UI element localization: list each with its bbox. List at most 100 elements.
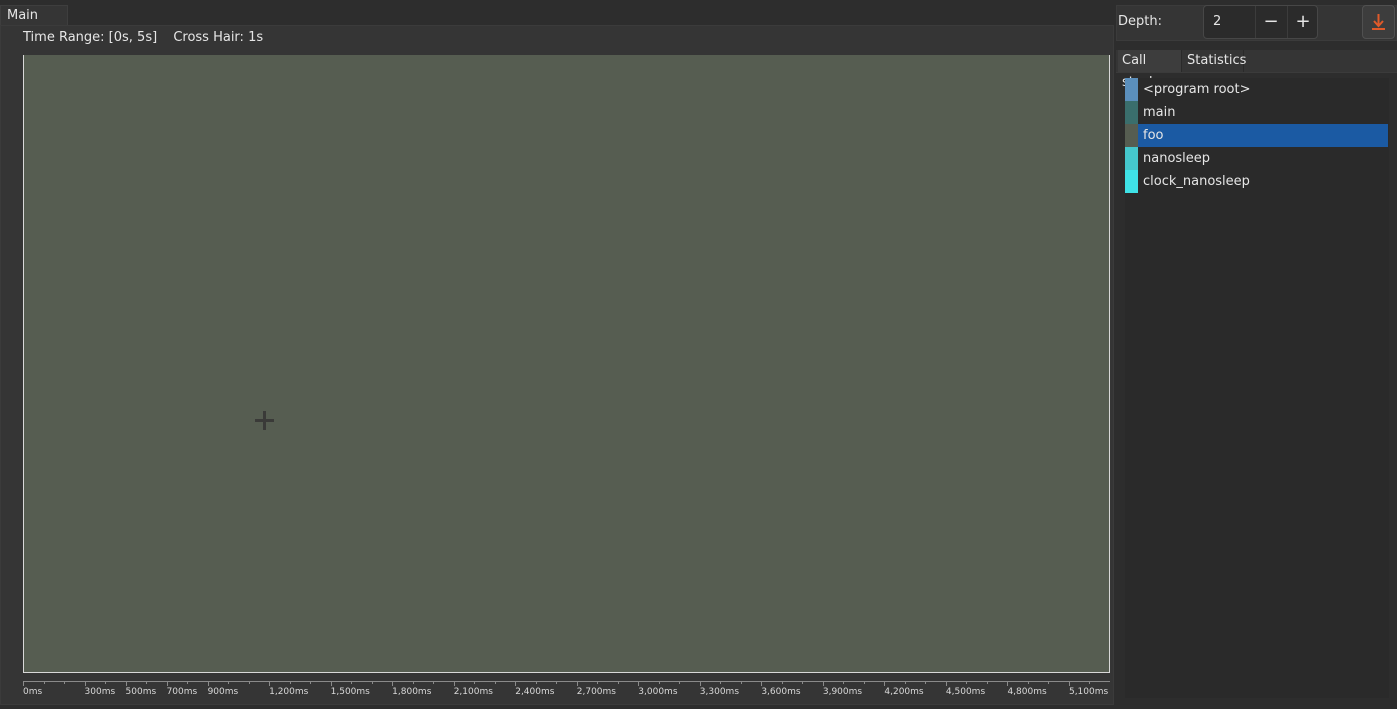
axis-tick	[761, 681, 763, 686]
axis-tick-label: 0ms	[23, 687, 43, 697]
axis-tick	[166, 681, 168, 686]
axis-tick-label: 500ms	[125, 687, 157, 697]
axis-tick-label: 2,100ms	[453, 687, 493, 697]
axis-minor-tick	[986, 681, 988, 684]
call-stack-item[interactable]: clock_nanosleep	[1125, 170, 1388, 193]
axis-minor-tick	[617, 681, 619, 684]
axis-minor-tick	[433, 681, 435, 684]
axis-tick-label: 4,200ms	[884, 687, 924, 697]
axis-line	[23, 681, 1110, 682]
axis-minor-tick	[597, 681, 599, 684]
axis-minor-tick	[494, 681, 496, 684]
frame-color-swatch	[1125, 170, 1138, 193]
tab-statistics[interactable]: Statistics	[1183, 50, 1246, 72]
axis-minor-tick	[228, 681, 230, 684]
selection-highlight	[1138, 124, 1388, 147]
axis-minor-tick	[1027, 681, 1029, 684]
tab-call-stack[interactable]: Call stack	[1118, 50, 1182, 90]
axis-tick-label: 5,100ms	[1068, 687, 1109, 697]
axis-minor-tick	[863, 681, 865, 684]
axis-minor-tick	[351, 681, 353, 684]
axis-tick	[1007, 681, 1009, 686]
axis-tick-label: 1,800ms	[392, 687, 432, 697]
axis-tick-label: 1,500ms	[330, 687, 370, 697]
axis-tick	[576, 681, 578, 686]
axis-tick	[269, 681, 271, 686]
axis-minor-tick	[720, 681, 722, 684]
axis-minor-tick	[1048, 681, 1050, 684]
axis-minor-tick	[679, 681, 681, 684]
tab-main-view[interactable]: Main view	[0, 5, 68, 43]
axis-minor-tick	[248, 681, 250, 684]
cross-hair-label: Cross Hair: 1s	[173, 30, 264, 45]
axis-tick-label: 700ms	[166, 687, 198, 697]
axis-tick	[330, 681, 332, 686]
axis-minor-tick	[64, 681, 66, 684]
axis-minor-tick	[187, 681, 189, 684]
axis-tick-label: 3,000ms	[638, 687, 678, 697]
axis-minor-tick	[740, 681, 742, 684]
call-stack-item[interactable]: main	[1125, 101, 1388, 124]
axis-tick-label: 300ms	[84, 687, 116, 697]
axis-tick-label: 4,800ms	[1007, 687, 1047, 697]
time-range-label: Time Range: [0s, 5s]	[23, 30, 158, 45]
axis-tick-label: 2,400ms	[515, 687, 555, 697]
bottom-strip	[0, 705, 1397, 709]
flame-graph-canvas[interactable]	[23, 55, 1110, 673]
time-axis: 0ms 300ms 500ms 700ms 900ms 1,200ms 1,500ms 1,8…	[23, 681, 1110, 701]
frame-color-swatch	[1125, 124, 1138, 147]
axis-tick	[515, 681, 517, 686]
axis-tick	[699, 681, 701, 686]
axis-tick	[884, 681, 886, 686]
axis-tick	[392, 681, 394, 686]
call-stack-item-label: main	[1143, 105, 1176, 120]
axis-minor-tick	[658, 681, 660, 684]
depth-value[interactable]: 2	[1213, 13, 1221, 31]
frame-color-swatch	[1125, 78, 1138, 101]
call-stack-item-label: <program root>	[1143, 82, 1251, 97]
axis-tick-label: 4,500ms	[945, 687, 986, 697]
call-stack-item[interactable]: nanosleep	[1125, 147, 1388, 170]
axis-tick	[453, 681, 455, 686]
axis-minor-tick	[925, 681, 927, 684]
axis-tick	[945, 681, 947, 686]
info-bar: Time Range: [0s, 5s] Cross Hair: 1s	[23, 30, 275, 46]
depth-decrement-button[interactable]: −	[1255, 6, 1286, 38]
call-stack-item-label: foo	[1143, 128, 1164, 143]
axis-minor-tick	[535, 681, 537, 684]
axis-tick-label: 3,900ms	[822, 687, 863, 697]
axis-minor-tick	[802, 681, 804, 684]
call-stack-item[interactable]: <program root>	[1125, 78, 1388, 101]
call-stack-item-label: nanosleep	[1143, 151, 1211, 166]
download-icon	[1372, 14, 1385, 30]
frame-color-swatch	[1125, 101, 1138, 124]
call-stack-item[interactable]: foo	[1125, 124, 1388, 147]
axis-tick-label: 2,700ms	[576, 687, 616, 697]
axis-minor-tick	[43, 681, 45, 684]
depth-label: Depth:	[1118, 14, 1162, 29]
axis-tick	[207, 681, 209, 686]
axis-tick	[822, 681, 824, 686]
axis-minor-tick	[843, 681, 845, 684]
axis-tick-label: 1,200ms	[269, 687, 309, 697]
axis-minor-tick	[556, 681, 558, 684]
axis-minor-tick	[310, 681, 312, 684]
axis-tick-label: 3,300ms	[699, 687, 740, 697]
axis-tick-label: 900ms	[207, 687, 239, 697]
axis-minor-tick	[412, 681, 414, 684]
call-stack-item-label: clock_nanosleep	[1143, 174, 1250, 189]
frame-color-swatch	[1125, 147, 1138, 170]
depth-increment-button[interactable]: +	[1287, 6, 1318, 38]
axis-minor-tick	[904, 681, 906, 684]
axis-tick	[638, 681, 640, 686]
axis-tick	[84, 681, 86, 686]
axis-tick-label: 3,600ms	[761, 687, 801, 697]
axis-tick	[125, 681, 127, 686]
axis-tick	[23, 681, 24, 686]
download-button[interactable]	[1362, 5, 1395, 39]
axis-minor-tick	[146, 681, 148, 684]
axis-minor-tick	[474, 681, 476, 684]
axis-minor-tick	[966, 681, 968, 684]
axis-minor-tick	[105, 681, 107, 684]
axis-minor-tick	[781, 681, 783, 684]
